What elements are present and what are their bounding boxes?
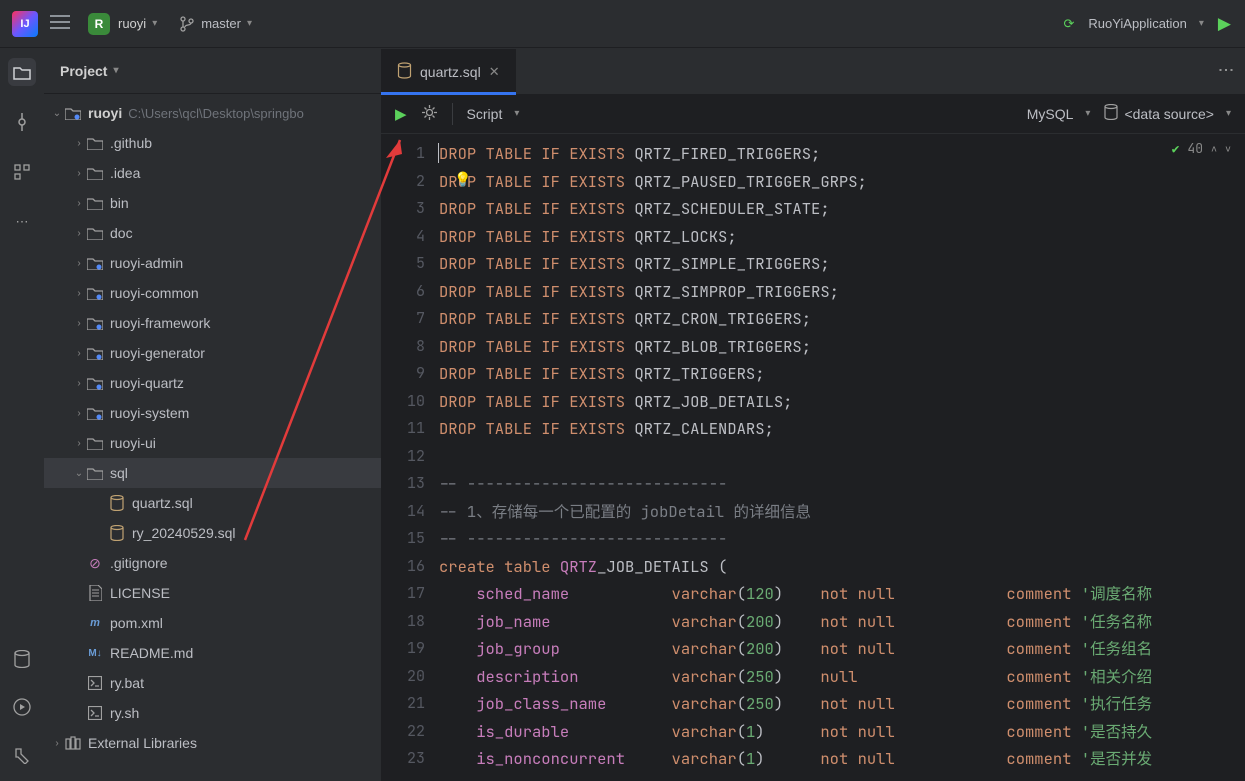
project-name[interactable]: ruoyi [118,16,146,31]
text-caret [438,143,439,163]
run-config-selector[interactable]: RuoYiApplication ▾ [1088,16,1204,31]
tree-item-ruoyi-framework[interactable]: ›ruoyi-framework [44,308,381,338]
settings-button[interactable] [421,104,438,124]
tree-item-doc[interactable]: ›doc [44,218,381,248]
chevron-down-icon: ▾ [247,18,252,29]
check-icon: ✔ [1172,140,1180,157]
tree-item--gitignore[interactable]: ⊘.gitignore [44,548,381,578]
commit-tool-button[interactable] [8,108,36,136]
tree-item-ruoyi-admin[interactable]: ›ruoyi-admin [44,248,381,278]
more-tool-button[interactable]: ⋯ [8,208,36,236]
database-tool-button[interactable] [8,645,36,673]
tree-item-ruoyi-quartz[interactable]: ›ruoyi-quartz [44,368,381,398]
chevron-down-icon: ∨ [1225,142,1231,155]
main-menu-button[interactable] [50,15,70,32]
tree-item--idea[interactable]: ›.idea [44,158,381,188]
run-button[interactable]: ▶ [1218,14,1231,34]
branch-icon [179,16,195,32]
tree-item-pom-xml[interactable]: mpom.xml [44,608,381,638]
tree-item-ry-bat[interactable]: ry.bat [44,668,381,698]
tree-item-ruoyi-ui[interactable]: ›ruoyi-ui [44,428,381,458]
sql-file-icon [397,62,412,82]
project-tool-button[interactable] [8,58,36,86]
chevron-down-icon: ▾ [1199,18,1204,29]
intention-bulb-icon[interactable]: 💡 [454,171,471,189]
build-tool-button[interactable] [8,741,36,769]
editor-tabs: quartz.sql ✕ ⋮ [381,48,1245,94]
tree-item-ruoyi-generator[interactable]: ›ruoyi-generator [44,338,381,368]
ide-logo: IJ [12,11,38,37]
code-editor[interactable]: 1234567891011121314151617181920212223 DR… [381,134,1245,781]
tree-item-bin[interactable]: ›bin [44,188,381,218]
tree-item-ruoyi-common[interactable]: ›ruoyi-common [44,278,381,308]
sql-toolbar: ▶ Script ▾ MySQL ▾ <data source> ▾ [381,94,1245,134]
tab-options-button[interactable]: ⋮ [1216,62,1235,78]
left-tool-strip: ⋯ [0,48,44,781]
project-panel-header[interactable]: Project ▾ [44,48,381,94]
chevron-down-icon: ▾ [514,108,519,119]
execute-button[interactable]: ▶ [395,105,407,123]
chevron-down-icon: ▾ [1226,108,1231,119]
line-gutter: 1234567891011121314151617181920212223 [381,134,439,781]
chevron-down-icon: ▾ [113,65,118,76]
tree-item-sql[interactable]: ⌄sql [44,458,381,488]
tree-item-ry-sh[interactable]: ry.sh [44,698,381,728]
tree-item--github[interactable]: ›.github [44,128,381,158]
close-tab-button[interactable]: ✕ [489,64,500,80]
build-icon[interactable]: ⟳ [1063,16,1074,32]
tree-item-quartz-sql[interactable]: quartz.sql [44,488,381,518]
project-badge: R [88,13,110,35]
script-mode-dropdown[interactable]: Script ▾ [467,106,520,122]
tree-item-ry-20240529-sql[interactable]: ry_20240529.sql [44,518,381,548]
chevron-up-icon: ∧ [1211,142,1217,155]
tree-external-libraries[interactable]: ›External Libraries [44,728,381,758]
structure-tool-button[interactable] [8,158,36,186]
editor-area: quartz.sql ✕ ⋮ ▶ Script ▾ MySQL ▾ <data … [381,48,1245,781]
run-config-name: RuoYiApplication [1088,16,1187,31]
services-tool-button[interactable] [8,693,36,721]
project-tree[interactable]: ⌄ruoyiC:\Users\qcl\Desktop\springbo›.git… [44,94,381,781]
project-panel-title: Project [60,63,107,79]
project-panel: Project ▾ ⌄ruoyiC:\Users\qcl\Desktop\spr… [44,48,381,781]
code-content[interactable]: DROP TABLE IF EXISTS QRTZ_FIRED_TRIGGERS… [439,134,1245,781]
branch-name: master [201,16,241,31]
title-bar: IJ R ruoyi ▾ master ▾ ⟳ RuoYiApplication… [0,0,1245,48]
problem-count: 40 [1187,140,1203,157]
tab-label: quartz.sql [420,64,481,80]
tree-item-license[interactable]: LICENSE [44,578,381,608]
chevron-down-icon: ▾ [152,18,157,29]
inspection-widget[interactable]: ✔ 40 ∧ ∨ [1172,140,1231,157]
dialect-dropdown[interactable]: MySQL ▾ [1027,106,1091,122]
tree-item-ruoyi-system[interactable]: ›ruoyi-system [44,398,381,428]
tree-item-readme-md[interactable]: M↓README.md [44,638,381,668]
database-icon [1104,104,1118,123]
tree-root[interactable]: ⌄ruoyiC:\Users\qcl\Desktop\springbo [44,98,381,128]
vcs-branch-widget[interactable]: master ▾ [179,16,252,32]
chevron-down-icon: ▾ [1085,108,1090,119]
tab-quartz-sql[interactable]: quartz.sql ✕ [381,49,516,94]
datasource-dropdown[interactable]: <data source> ▾ [1104,104,1231,123]
